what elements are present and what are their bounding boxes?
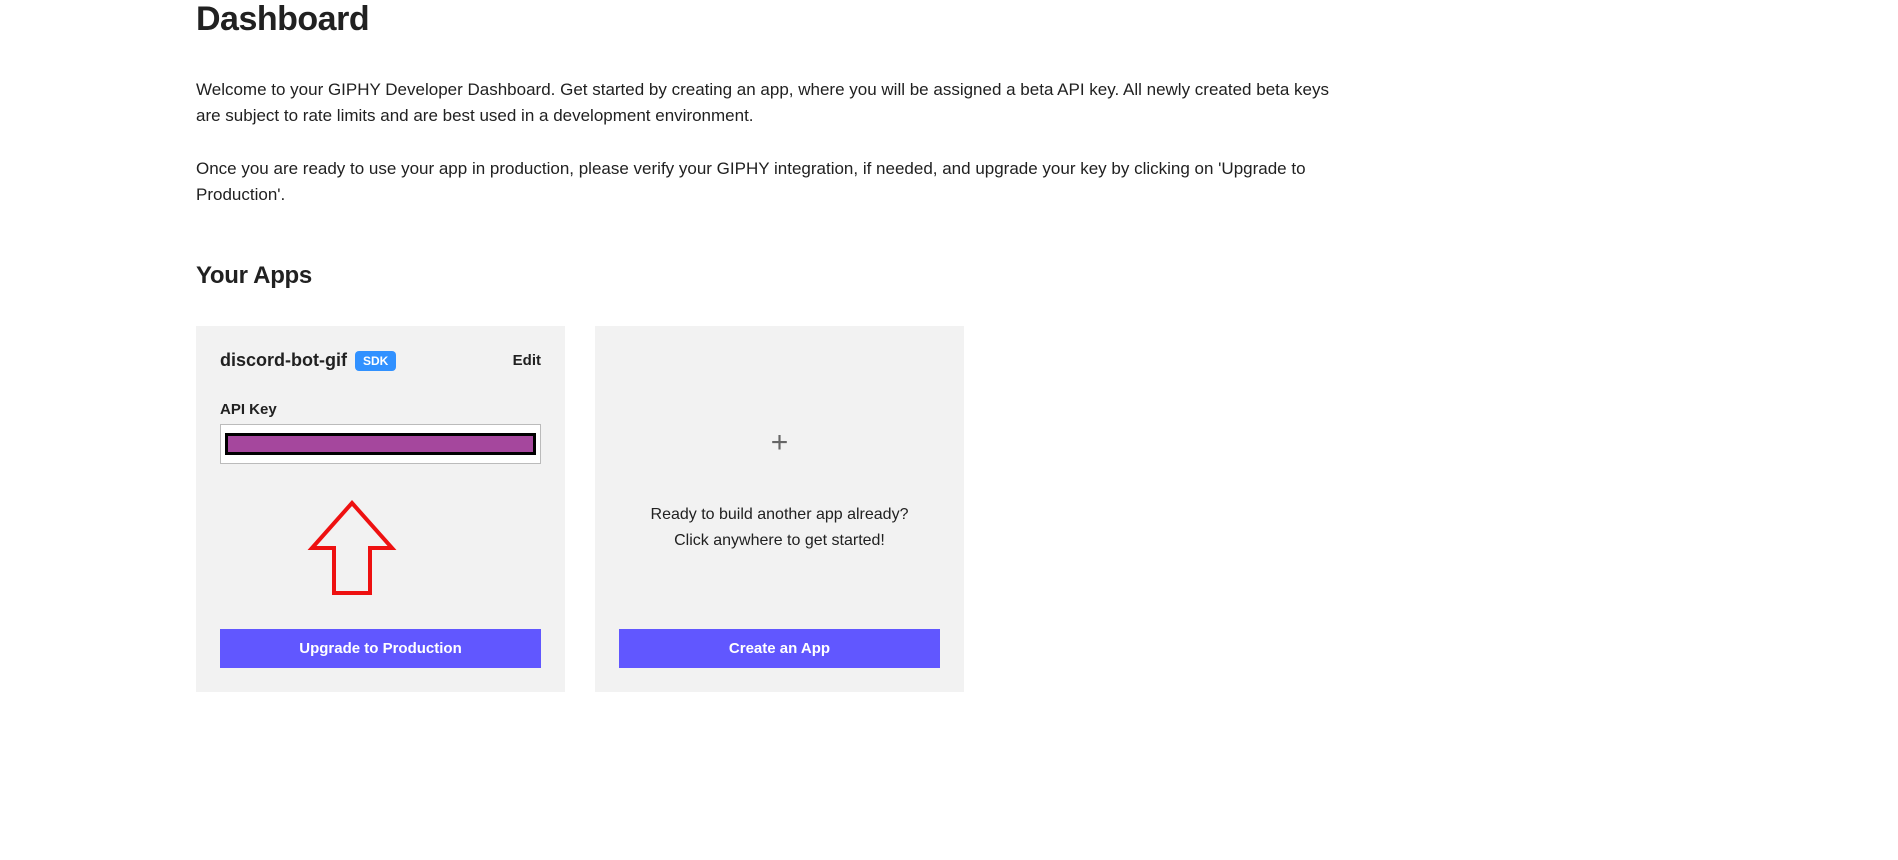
api-key-label: API Key bbox=[220, 401, 541, 418]
app-name-group: discord-bot-gif SDK bbox=[220, 350, 396, 371]
create-text-line1: Ready to build another app already? bbox=[651, 502, 909, 528]
page-title: Dashboard bbox=[196, 0, 1364, 39]
app-card-header: discord-bot-gif SDK Edit bbox=[220, 350, 541, 371]
create-card-content: + Ready to build another app already? Cl… bbox=[651, 350, 909, 629]
intro-paragraph-1: Welcome to your GIPHY Developer Dashboar… bbox=[196, 77, 1356, 130]
sdk-badge: SDK bbox=[355, 351, 396, 371]
intro-paragraph-2: Once you are ready to use your app in pr… bbox=[196, 156, 1356, 209]
create-app-card[interactable]: + Ready to build another app already? Cl… bbox=[595, 326, 964, 692]
plus-icon: + bbox=[771, 426, 789, 460]
apps-section-title: Your Apps bbox=[196, 262, 1364, 290]
create-text-line2: Click anywhere to get started! bbox=[674, 528, 885, 554]
edit-button[interactable]: Edit bbox=[513, 352, 541, 369]
upgrade-to-production-button[interactable]: Upgrade to Production bbox=[220, 629, 541, 668]
create-an-app-button[interactable]: Create an App bbox=[619, 629, 940, 668]
arrow-annotation-icon bbox=[302, 498, 402, 603]
app-name: discord-bot-gif bbox=[220, 350, 347, 371]
api-key-field[interactable] bbox=[220, 424, 541, 464]
apps-grid: discord-bot-gif SDK Edit API Key Upgrade… bbox=[196, 326, 1364, 692]
api-key-redacted bbox=[225, 433, 536, 455]
app-card: discord-bot-gif SDK Edit API Key Upgrade… bbox=[196, 326, 565, 692]
